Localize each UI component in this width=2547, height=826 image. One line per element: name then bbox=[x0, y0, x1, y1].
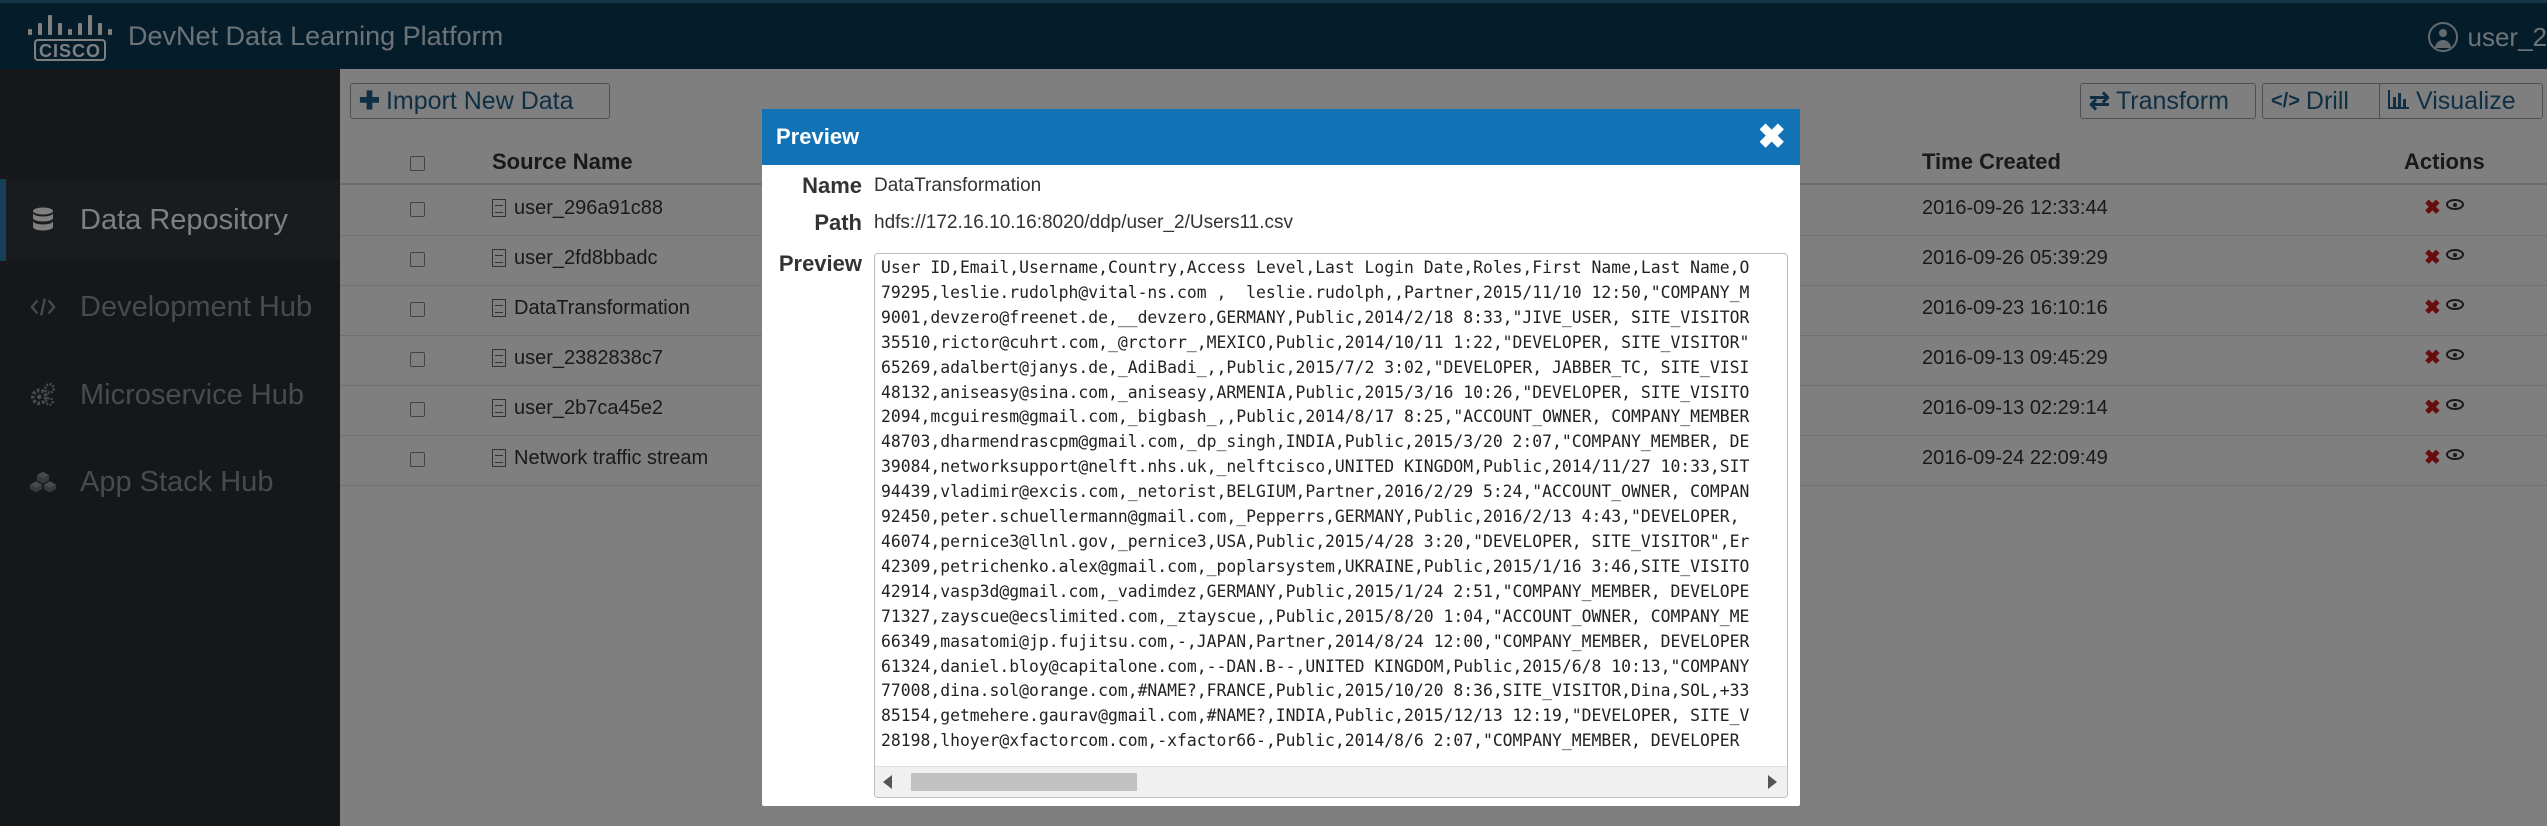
path-value: hdfs://172.16.10.16:8020/ddp/user_2/User… bbox=[874, 212, 1293, 233]
preview-line: 77008,dina.sol@orange.com,#NAME?,FRANCE,… bbox=[881, 681, 1750, 701]
preview-line: 48132,aniseasy@sina.com,_aniseasy,ARMENI… bbox=[881, 382, 1750, 402]
name-label: Name bbox=[802, 173, 862, 198]
modal-title: Preview bbox=[776, 124, 860, 149]
preview-line: User ID,Email,Username,Country,Access Le… bbox=[881, 258, 1750, 277]
preview-line: 48703,dharmendrascpm@gmail.com,_dp_singh… bbox=[881, 432, 1750, 452]
preview-line: 9001,devzero@freenet.de,__devzero,GERMAN… bbox=[881, 307, 1750, 327]
preview-modal: Preview ✖ Name DataTransformation Path h… bbox=[762, 109, 1800, 806]
preview-line: 61324,daniel.bloy@capitalone.com,--DAN.B… bbox=[881, 656, 1750, 676]
preview-line: 42309,petrichenko.alex@gmail.com,_poplar… bbox=[881, 556, 1750, 576]
preview-line: 92450,peter.schuellermann@gmail.com,_Pep… bbox=[881, 507, 1740, 527]
preview-content: User ID,Email,Username,Country,Access Le… bbox=[881, 256, 1781, 756]
preview-line: 79295,leslie.rudolph@vital-ns.com , lesl… bbox=[881, 282, 1750, 302]
preview-line: 85154,getmehere.gaurav@gmail.com,#NAME?,… bbox=[881, 706, 1750, 726]
preview-line: 28198,lhoyer@xfactorcom.com,-xfactor66-,… bbox=[881, 731, 1740, 751]
name-value: DataTransformation bbox=[874, 175, 1042, 196]
scrollbar-thumb[interactable] bbox=[911, 773, 1137, 791]
preview-line: 2094,mcguiresm@gmail.com,_bigbash_,,Publ… bbox=[881, 407, 1750, 427]
close-icon[interactable]: ✖ bbox=[1758, 117, 1787, 157]
preview-line: 66349,masatomi@jp.fujitsu.com,-,JAPAN,Pa… bbox=[881, 631, 1750, 651]
preview-label: Preview bbox=[778, 251, 862, 276]
scroll-right-arrow-icon[interactable] bbox=[1768, 775, 1777, 789]
preview-textarea[interactable]: User ID,Email,Username,Country,Access Le… bbox=[874, 253, 1788, 798]
preview-line: 65269,adalbert@janys.de,_AdiBadi_,,Publi… bbox=[881, 357, 1750, 377]
preview-line: 94439,vladimir@excis.com,_netorist,BELGI… bbox=[881, 482, 1750, 502]
preview-line: 42914,vasp3d@gmail.com,_vadimdez,GERMANY… bbox=[881, 581, 1750, 601]
scroll-left-arrow-icon[interactable] bbox=[883, 775, 892, 789]
horizontal-scrollbar[interactable] bbox=[875, 766, 1787, 797]
modal-header: Preview ✖ bbox=[762, 109, 1800, 165]
preview-line: 39084,networksupport@nelft.nhs.uk,_nelft… bbox=[881, 457, 1750, 477]
preview-line: 35510,rictor@cuhrt.com,_@rctorr_,MEXICO,… bbox=[881, 332, 1750, 352]
preview-line: 46074,pernice3@llnl.gov,_pernice3,USA,Pu… bbox=[881, 531, 1750, 551]
preview-line: 71327,zayscue@ecslimited.com,_ztayscue,,… bbox=[881, 606, 1750, 626]
path-label: Path bbox=[814, 210, 862, 235]
